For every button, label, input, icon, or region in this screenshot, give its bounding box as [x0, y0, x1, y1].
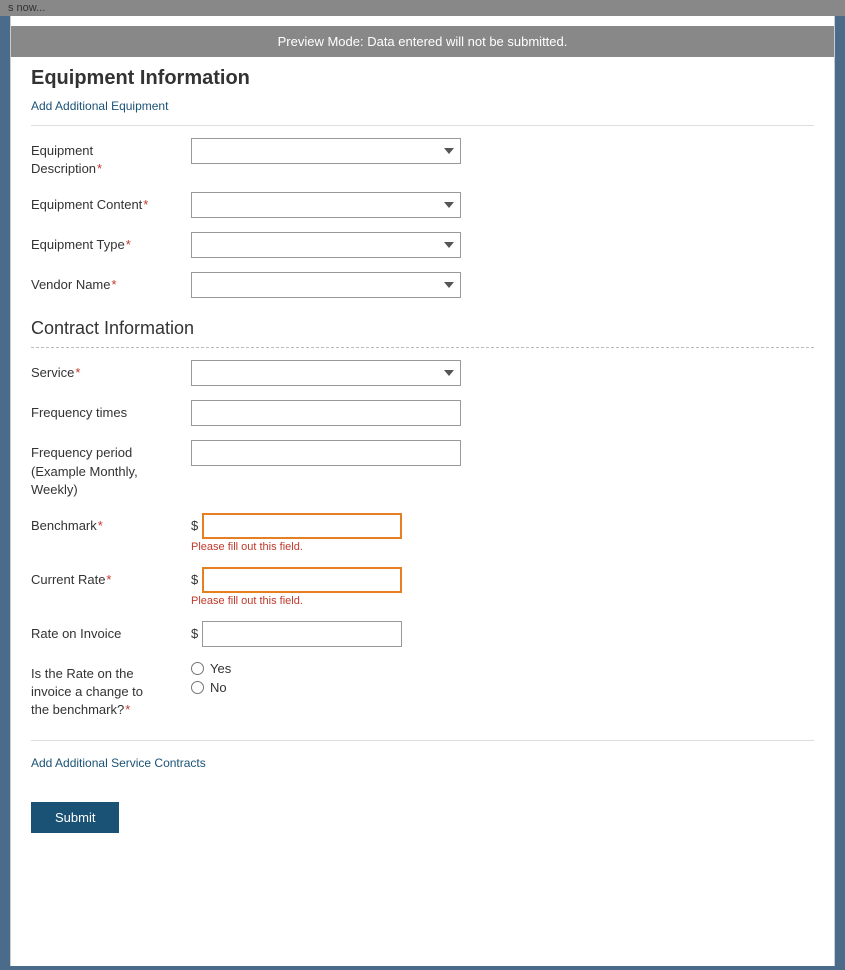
rate-change-label: Is the Rate on theinvoice a change tothe… [31, 661, 191, 720]
benchmark-row: Benchmark* $ Please fill out this field. [31, 513, 814, 553]
frequency-times-input[interactable] [191, 400, 461, 426]
equipment-section-title: Equipment Information [31, 67, 250, 90]
current-rate-input[interactable] [202, 567, 402, 593]
add-service-contracts-link[interactable]: Add Additional Service Contracts [31, 756, 206, 770]
rate-on-invoice-dollar-sign: $ [191, 626, 198, 641]
service-control [191, 360, 814, 386]
equipment-type-select[interactable] [191, 232, 461, 258]
equipment-description-label: EquipmentDescription* [31, 138, 191, 178]
submit-button[interactable]: Submit [31, 802, 119, 833]
frequency-times-row: Frequency times [31, 400, 814, 426]
frequency-times-control [191, 400, 814, 426]
add-equipment-row: Add Additional Equipment [31, 98, 814, 113]
top-bar-text: s now... [8, 2, 45, 14]
rate-change-control: Yes No [191, 661, 814, 695]
rate-change-yes-label[interactable]: Yes [191, 661, 814, 676]
benchmark-dollar-sign: $ [191, 518, 198, 533]
required-star: * [97, 161, 102, 176]
add-service-contracts-row: Add Additional Service Contracts [31, 740, 814, 770]
benchmark-dollar-wrapper: $ [191, 513, 814, 539]
required-star-2: * [143, 197, 148, 212]
vendor-name-label: Vendor Name* [31, 272, 191, 294]
current-rate-error: Please fill out this field. [191, 595, 814, 607]
rate-on-invoice-control: $ [191, 621, 814, 647]
required-star-3: * [126, 237, 131, 252]
contract-section-title: Contract Information [31, 318, 814, 348]
current-rate-row: Current Rate* $ Please fill out this fie… [31, 567, 814, 607]
required-star-8: * [125, 702, 130, 717]
frequency-times-label: Frequency times [31, 400, 191, 422]
rate-change-no-radio[interactable] [191, 681, 204, 694]
current-rate-dollar-sign: $ [191, 572, 198, 587]
submit-row: Submit [31, 786, 814, 833]
required-star-7: * [106, 572, 111, 587]
equipment-content-label: Equipment Content* [31, 192, 191, 214]
preview-banner: Preview Mode: Data entered will not be s… [11, 26, 834, 57]
benchmark-input[interactable] [202, 513, 402, 539]
service-label: Service* [31, 360, 191, 382]
equipment-type-control [191, 232, 814, 258]
frequency-period-label: Frequency period(Example Monthly,Weekly) [31, 440, 191, 499]
current-rate-control: $ Please fill out this field. [191, 567, 814, 607]
equipment-description-row: EquipmentDescription* [31, 138, 814, 178]
divider-1 [31, 125, 814, 126]
equipment-content-control [191, 192, 814, 218]
current-rate-label: Current Rate* [31, 567, 191, 589]
service-select[interactable] [191, 360, 461, 386]
equipment-section-header: Equipment Information [31, 67, 814, 90]
rate-on-invoice-input[interactable] [202, 621, 402, 647]
service-row: Service* [31, 360, 814, 386]
rate-change-row: Is the Rate on theinvoice a change tothe… [31, 661, 814, 720]
frequency-period-input[interactable] [191, 440, 461, 466]
required-star-6: * [98, 518, 103, 533]
benchmark-error: Please fill out this field. [191, 541, 814, 553]
required-star-4: * [112, 277, 117, 292]
page-wrapper: s now... Preview Mode: Data entered will… [0, 0, 845, 970]
frequency-period-row: Frequency period(Example Monthly,Weekly) [31, 440, 814, 499]
benchmark-label: Benchmark* [31, 513, 191, 535]
equipment-content-select[interactable] [191, 192, 461, 218]
add-equipment-link[interactable]: Add Additional Equipment [31, 99, 168, 113]
current-rate-dollar-wrapper: $ [191, 567, 814, 593]
rate-on-invoice-label: Rate on Invoice [31, 621, 191, 643]
rate-change-radio-group: Yes No [191, 661, 814, 695]
rate-on-invoice-dollar-wrapper: $ [191, 621, 814, 647]
vendor-name-control [191, 272, 814, 298]
top-bar: s now... [0, 0, 845, 16]
contract-section: Contract Information Service* Frequency … [31, 318, 814, 719]
equipment-description-select[interactable] [191, 138, 461, 164]
rate-change-no-text: No [210, 680, 227, 695]
frequency-period-control [191, 440, 814, 466]
equipment-type-row: Equipment Type* [31, 232, 814, 258]
rate-on-invoice-row: Rate on Invoice $ [31, 621, 814, 647]
main-content: Preview Mode: Data entered will not be s… [10, 16, 835, 966]
required-star-5: * [75, 365, 80, 380]
equipment-type-label: Equipment Type* [31, 232, 191, 254]
rate-change-yes-text: Yes [210, 661, 231, 676]
equipment-description-control [191, 138, 814, 164]
rate-change-yes-radio[interactable] [191, 662, 204, 675]
vendor-name-row: Vendor Name* [31, 272, 814, 298]
equipment-content-row: Equipment Content* [31, 192, 814, 218]
vendor-name-select[interactable] [191, 272, 461, 298]
benchmark-control: $ Please fill out this field. [191, 513, 814, 553]
rate-change-no-label[interactable]: No [191, 680, 814, 695]
